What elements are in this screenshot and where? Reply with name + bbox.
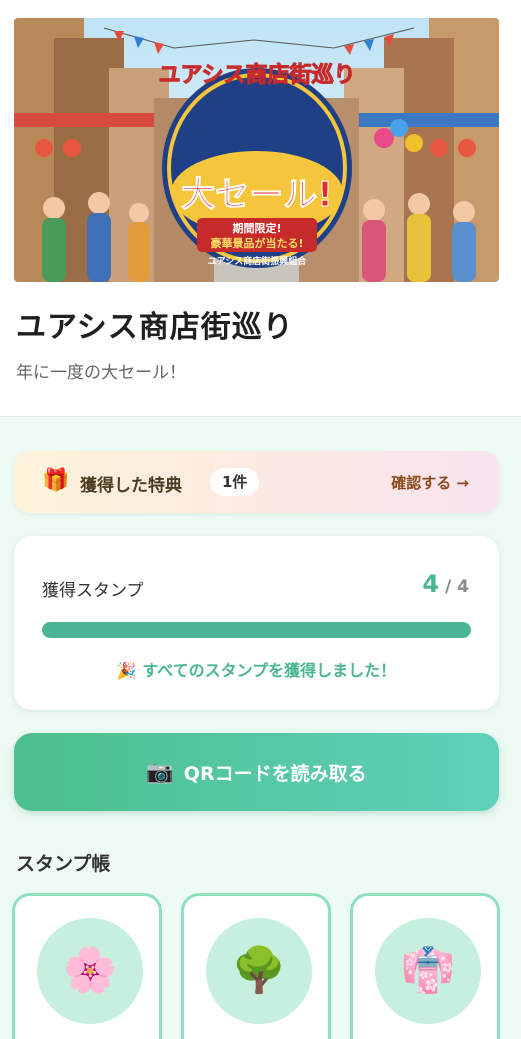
stamp-count-total: 4: [457, 577, 469, 597]
page-title: ユアシス商店街巡り: [16, 310, 294, 345]
stamp-count: 4 / 4: [422, 570, 469, 598]
banner-sale-text: 大セール!: [181, 175, 333, 215]
camera-icon: 📷: [146, 759, 174, 785]
event-banner-image: ユアシス商店街巡り 大セール! 期間限定! 豪華景品が当たる! ユアシス商店街振…: [14, 18, 499, 282]
stamp-tile[interactable]: 🌸: [12, 893, 162, 1039]
stamp-count-separator: /: [445, 577, 452, 597]
banner-prize: 豪華景品が当たる!: [210, 236, 303, 250]
stamp-circle: 👘: [375, 918, 481, 1024]
stamp-progress-card: 獲得スタンプ 4 / 4 🎉 すべてのスタンプを獲得しました！: [14, 536, 499, 710]
stamp-progress-bar: [42, 622, 471, 638]
stamp-progress-label: 獲得スタンプ: [42, 581, 144, 601]
page-subtitle: 年に一度の大セール！: [16, 363, 186, 383]
stamp-circle: 🌳: [206, 918, 312, 1024]
scan-qr-button[interactable]: 📷 QRコードを読み取る: [14, 733, 499, 811]
reward-card[interactable]: 🎁 獲得した特典 1件 確認する →: [14, 451, 499, 513]
banner-headline: ユアシス商店街巡り: [158, 62, 355, 88]
gift-icon: 🎁: [42, 468, 70, 493]
stamp-book-title: スタンプ帳: [16, 853, 111, 875]
app-screen: ユアシス商店街巡り 大セール! 期間限定! 豪華景品が当たる! ユアシス商店街振…: [0, 0, 521, 1039]
main-content: 🎁 獲得した特典 1件 確認する → 獲得スタンプ 4 / 4 🎉 すべてのスタ…: [0, 416, 521, 1039]
stamp-tile[interactable]: 👘: [350, 893, 500, 1039]
tree-icon: 🌳: [231, 945, 287, 996]
banner-limited: 期間限定!: [232, 221, 281, 235]
reward-confirm-link[interactable]: 確認する →: [391, 472, 469, 493]
stamp-circle: 🌸: [37, 918, 143, 1024]
header-section: ユアシス商店街巡り 大セール! 期間限定! 豪華景品が当たる! ユアシス商店街振…: [0, 0, 521, 416]
banner-footer: ユアシス商店街振興組合: [208, 255, 308, 267]
reward-count-badge: 1件: [210, 468, 260, 496]
stamp-tile[interactable]: 🌳: [181, 893, 331, 1039]
reward-label: 獲得した特典: [80, 476, 182, 496]
complete-message: 🎉 すべてのスタンプを獲得しました！: [116, 661, 397, 680]
kimono-icon: 👘: [400, 945, 456, 996]
scan-qr-label: QRコードを読み取る: [183, 762, 367, 785]
cherry-blossom-icon: 🌸: [62, 945, 118, 996]
stamp-count-current: 4: [422, 570, 440, 598]
stamp-progress-fill: [42, 622, 471, 638]
